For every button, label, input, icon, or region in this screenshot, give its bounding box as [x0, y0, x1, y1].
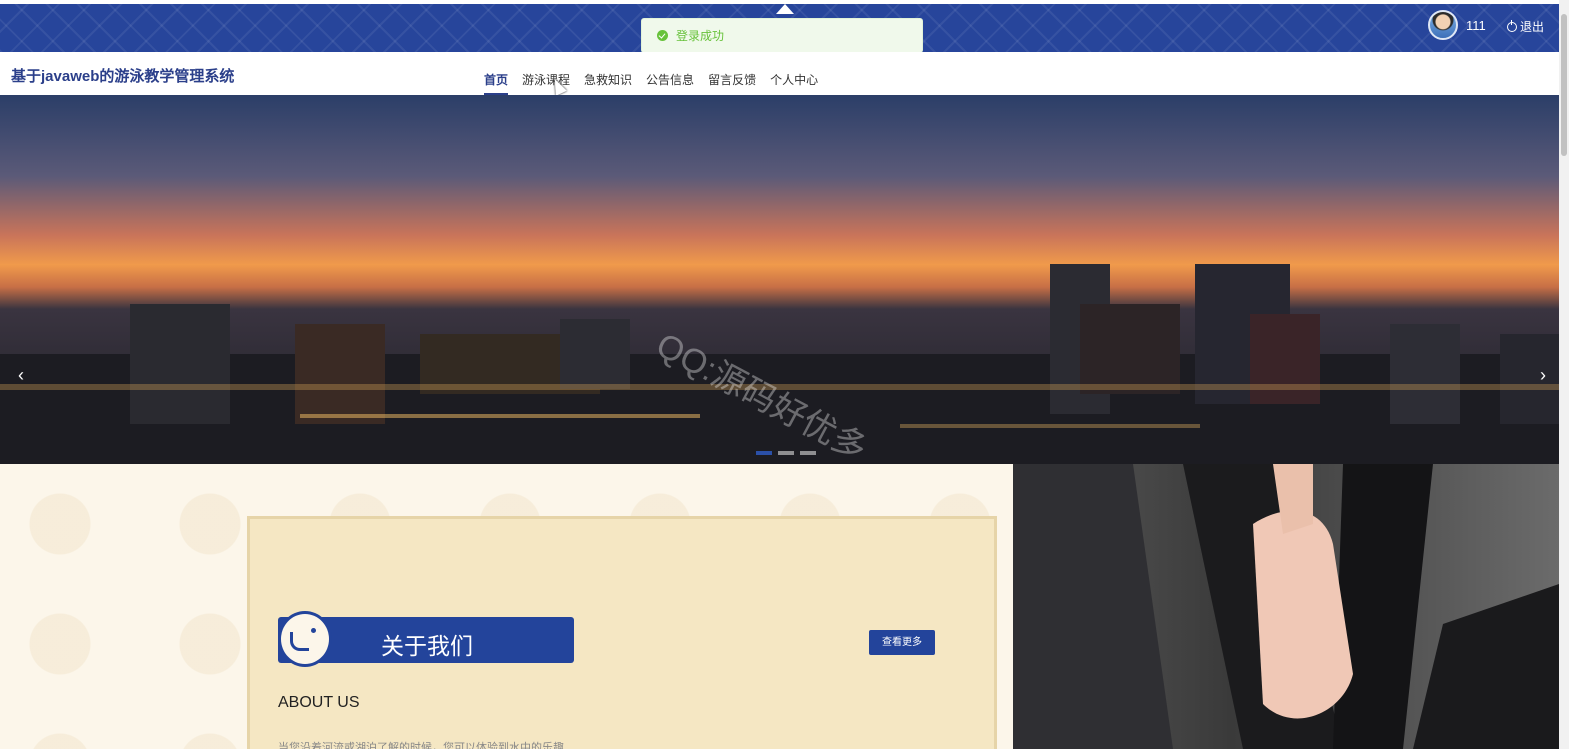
nav-item-profile[interactable]: 个人中心: [770, 71, 818, 95]
about-title: 关于我们: [381, 633, 473, 659]
carousel-dot[interactable]: [756, 451, 772, 455]
site-header: 基于javaweb的游泳教学管理系统 首页 游泳课程 急救知识 公告信息 留言反…: [0, 52, 1568, 95]
nav-item-announcements[interactable]: 公告信息: [646, 71, 694, 95]
success-toast: 登录成功: [641, 18, 923, 53]
about-text: 当您沿着河流或湖泊了解的时候，您可以体验到水中的乐趣……: [278, 742, 586, 749]
scrollbar-thumb[interactable]: [1561, 14, 1567, 156]
carousel-indicators: [756, 451, 816, 455]
toast-arrow: [776, 4, 794, 14]
nav-item-first-aid[interactable]: 急救知识: [584, 71, 632, 95]
view-more-button[interactable]: 查看更多: [869, 630, 935, 655]
avatar[interactable]: [1428, 10, 1458, 40]
about-subtitle: ABOUT US: [278, 694, 360, 711]
page-scrollbar[interactable]: [1559, 0, 1569, 749]
teamwork-hands-image: [1013, 464, 1559, 749]
carousel-dot[interactable]: [800, 451, 816, 455]
nav-item-feedback[interactable]: 留言反馈: [708, 71, 756, 95]
nav-item-home[interactable]: 首页: [484, 71, 509, 95]
carousel-prev-button[interactable]: ‹: [8, 363, 34, 389]
carousel-dot[interactable]: [778, 451, 794, 455]
site-title[interactable]: 基于javaweb的游泳教学管理系统: [11, 65, 234, 86]
power-icon: [1507, 19, 1517, 32]
carousel-next-button[interactable]: ›: [1530, 363, 1556, 389]
city-skyline-image: [0, 264, 1568, 464]
mascot-face-icon: [278, 611, 332, 667]
logout-label: 退出: [1520, 20, 1545, 34]
hands-photo: [1013, 464, 1559, 749]
toast-message: 登录成功: [676, 29, 725, 43]
main-nav: 首页 游泳课程 急救知识 公告信息 留言反馈 个人中心: [484, 71, 832, 95]
user-name[interactable]: 111: [1466, 18, 1486, 33]
check-circle-icon: [657, 30, 668, 41]
logout-button[interactable]: 退出: [1507, 18, 1544, 35]
